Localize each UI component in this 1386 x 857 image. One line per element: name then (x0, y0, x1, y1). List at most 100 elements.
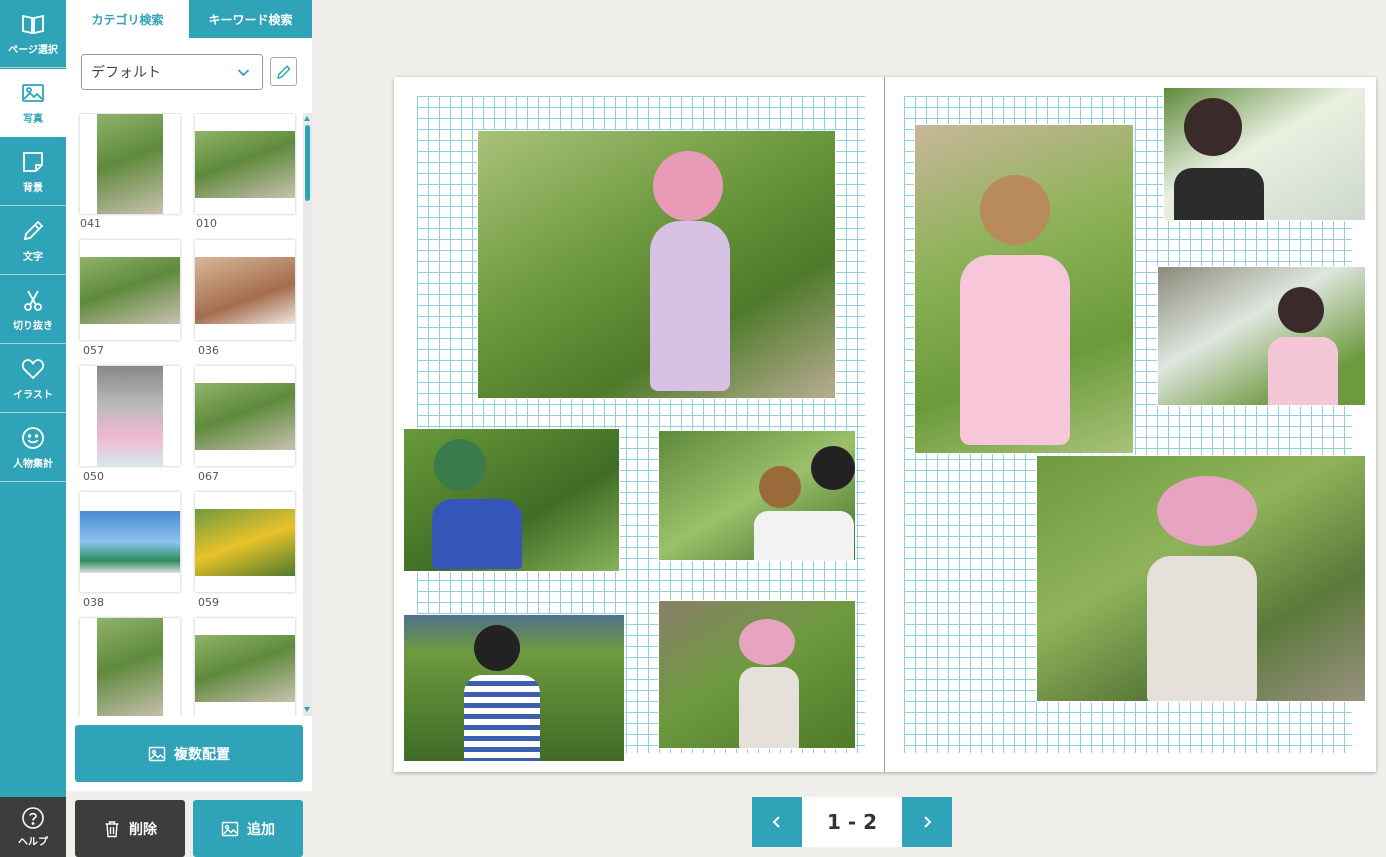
photo-icon (148, 746, 166, 761)
delete-label: 削除 (129, 821, 157, 838)
chevron-left-icon (772, 816, 780, 828)
thumbnail-image (97, 114, 163, 214)
photo-thumbnail[interactable] (80, 618, 180, 716)
next-page-button[interactable] (902, 797, 952, 847)
photo-subject (650, 221, 730, 391)
rail-label: 背景 (23, 183, 43, 194)
background-icon (23, 152, 43, 172)
photo-subject (960, 255, 1070, 445)
thumbnail-image (195, 256, 295, 324)
tool-rail: ページ選択 写真 背景 文字 切り抜き イラスト 人物集計 ヘルプ (0, 0, 66, 857)
prev-page-button[interactable] (752, 797, 802, 847)
thumbnail-label: 059 (198, 596, 219, 609)
photo-thumbnail[interactable] (195, 366, 295, 466)
help-label: ヘルプ (18, 837, 48, 848)
rail-item-background[interactable]: 背景 (0, 138, 66, 206)
photo-thumbnail[interactable] (80, 114, 180, 214)
page-pager: 1 - 2 (752, 797, 952, 847)
scrollbar-thumb[interactable] (305, 125, 310, 201)
album-photo[interactable] (658, 600, 856, 749)
photo-icon (221, 821, 239, 836)
thumbnail-label: 057 (83, 344, 104, 357)
thumbnail-image (80, 511, 180, 573)
rail-item-person-count[interactable]: 人物集計 (0, 414, 66, 482)
smiley-icon (22, 427, 44, 449)
album-photo[interactable] (403, 614, 625, 762)
scroll-down-arrow[interactable] (304, 707, 310, 712)
delete-button[interactable]: 削除 (75, 800, 185, 857)
album-photo[interactable] (477, 130, 836, 399)
album-spread[interactable] (394, 77, 1376, 772)
photo-icon (22, 84, 44, 102)
page-number: 1 - 2 (802, 797, 902, 847)
scissors-icon (24, 290, 42, 311)
rail-label: ページ選択 (8, 45, 58, 56)
thumbnail-scrollbar[interactable] (303, 113, 312, 716)
photo-thumbnail[interactable] (80, 492, 180, 592)
photo-thumbnail[interactable] (80, 240, 180, 340)
album-photo[interactable] (914, 124, 1134, 454)
pencil-icon (23, 220, 44, 241)
album-photo[interactable] (1036, 455, 1366, 702)
photo-subject (980, 175, 1050, 245)
photo-panel: カテゴリ検索 キーワード検索 デフォルト 041 010 057 036 050… (66, 0, 312, 857)
thumbnail-image (195, 382, 295, 450)
thumbnail-label: 010 (196, 217, 217, 230)
help-icon (22, 807, 44, 829)
tab-category-search[interactable]: カテゴリ検索 (66, 0, 189, 38)
rail-label: 人物集計 (13, 459, 53, 470)
pencil-icon (276, 64, 291, 79)
page-fold (884, 77, 885, 772)
photo-thumbnail[interactable] (195, 114, 295, 214)
heart-icon (21, 359, 45, 380)
thumbnail-image (195, 130, 295, 198)
book-icon (22, 14, 44, 35)
photo-subject (474, 625, 520, 671)
add-button[interactable]: 追加 (193, 800, 303, 857)
thumbnail-image (97, 366, 163, 466)
rail-item-page-select[interactable]: ページ選択 (0, 0, 66, 68)
photo-thumbnail[interactable] (195, 492, 295, 592)
photo-subject (811, 446, 855, 490)
scroll-up-arrow[interactable] (304, 116, 310, 121)
photo-thumbnail[interactable] (195, 240, 295, 340)
thumbnail-label: 036 (198, 344, 219, 357)
tab-keyword-search[interactable]: キーワード検索 (189, 0, 312, 38)
photo-subject (1278, 287, 1324, 333)
album-photo[interactable] (658, 430, 856, 561)
photo-subject (759, 466, 801, 508)
photo-subject (739, 619, 795, 665)
photo-subject (1157, 476, 1257, 546)
rail-item-illust[interactable]: イラスト (0, 345, 66, 413)
thumbnail-image (80, 256, 180, 324)
help-button[interactable]: ヘルプ (0, 797, 66, 857)
thumbnail-label: 041 (80, 217, 101, 230)
photo-thumbnail[interactable] (80, 366, 180, 466)
album-photo[interactable] (403, 428, 620, 572)
photo-subject (739, 667, 799, 748)
photo-subject (432, 499, 522, 569)
rail-label: 切り抜き (13, 321, 53, 332)
photo-subject (653, 151, 723, 221)
search-tabs: カテゴリ検索 キーワード検索 (66, 0, 312, 38)
photo-thumbnail[interactable] (195, 618, 295, 716)
rail-item-text[interactable]: 文字 (0, 207, 66, 275)
photo-subject (1174, 168, 1264, 220)
edit-folder-button[interactable] (270, 57, 297, 86)
thumbnail-label: 038 (83, 596, 104, 609)
rail-label: 写真 (23, 114, 43, 125)
thumbnail-list[interactable]: 041 010 057 036 050 067 038 059 (66, 113, 312, 716)
folder-select[interactable]: デフォルト (81, 54, 263, 90)
thumbnail-image (97, 618, 163, 716)
rail-item-photo[interactable]: 写真 (0, 69, 66, 137)
multi-place-button[interactable]: 複数配置 (75, 725, 303, 782)
photo-subject (754, 511, 854, 560)
chevron-down-icon (237, 69, 250, 77)
album-photo[interactable] (1163, 87, 1366, 221)
thumbnail-label: 067 (198, 470, 219, 483)
album-photo[interactable] (1157, 266, 1366, 406)
trash-icon (105, 820, 119, 837)
add-label: 追加 (247, 821, 275, 838)
thumbnail-image (195, 508, 295, 576)
rail-item-cutout[interactable]: 切り抜き (0, 276, 66, 344)
